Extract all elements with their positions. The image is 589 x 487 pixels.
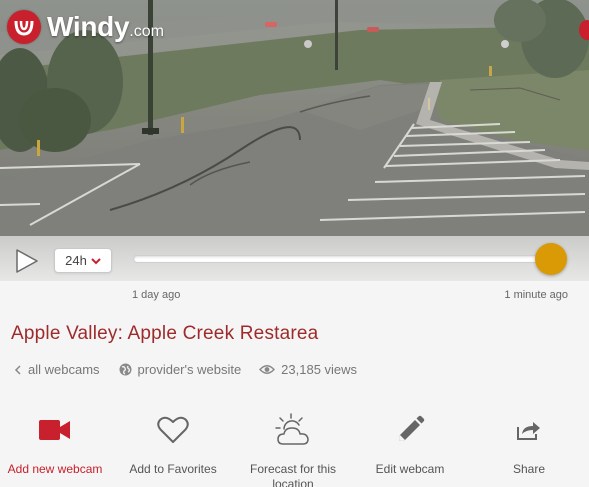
windy-logo-mark-icon: [7, 10, 41, 44]
pencil-icon: [399, 415, 425, 441]
timeline-start-label: 1 day ago: [132, 289, 181, 301]
all-webcams-label: all webcams: [28, 362, 100, 377]
windy-logo-domain: .com: [129, 23, 164, 40]
forecast-location-label: Forecast for this location: [249, 462, 337, 487]
forecast-location-button[interactable]: Forecast for this location: [238, 412, 348, 487]
video-camera-icon: [39, 420, 70, 440]
play-icon: [16, 249, 38, 273]
timeline-track[interactable]: [133, 255, 553, 263]
webcam-meta: all webcams provider's website 23,185 vi…: [14, 362, 357, 377]
share-icon: [517, 422, 540, 440]
timeline-slider-handle[interactable]: [535, 243, 567, 275]
provider-website-link[interactable]: provider's website: [119, 362, 242, 377]
heart-icon: [157, 416, 189, 443]
chevron-down-icon: [91, 257, 101, 264]
add-to-favorites-label: Add to Favorites: [129, 462, 217, 476]
edit-webcam-button[interactable]: Edit webcam: [355, 412, 465, 477]
provider-website-label: provider's website: [137, 362, 242, 377]
share-label: Share: [512, 462, 546, 476]
weather-icon: [275, 413, 309, 445]
edit-webcam-label: Edit webcam: [375, 462, 445, 476]
eye-icon: [259, 365, 276, 374]
webcam-title: Apple Valley: Apple Creek Restarea: [11, 323, 319, 344]
globe-icon: [119, 363, 132, 376]
add-new-webcam-button[interactable]: Add new webcam: [0, 412, 110, 477]
all-webcams-link[interactable]: all webcams: [14, 362, 100, 377]
timeline-end-label: 1 minute ago: [504, 289, 568, 301]
view-count: 23,185 views: [259, 362, 357, 377]
time-range-value: 24h: [65, 253, 87, 268]
windy-logo-text: Windy: [47, 11, 130, 42]
windy-logo[interactable]: Windy .com: [7, 9, 164, 45]
timeline-bar: 24h: [0, 236, 589, 281]
play-button[interactable]: [12, 247, 40, 275]
action-bar: Add new webcam Add to Favorites Forecast…: [0, 412, 589, 487]
notification-badge[interactable]: [579, 20, 589, 40]
share-button[interactable]: Share: [474, 412, 584, 477]
webcam-image: Windy .com 24h: [0, 0, 589, 281]
add-new-webcam-label: Add new webcam: [7, 462, 103, 476]
add-to-favorites-button[interactable]: Add to Favorites: [118, 412, 228, 477]
chevron-left-icon: [14, 364, 21, 375]
view-count-label: 23,185 views: [281, 362, 358, 377]
time-range-select[interactable]: 24h: [54, 248, 112, 273]
